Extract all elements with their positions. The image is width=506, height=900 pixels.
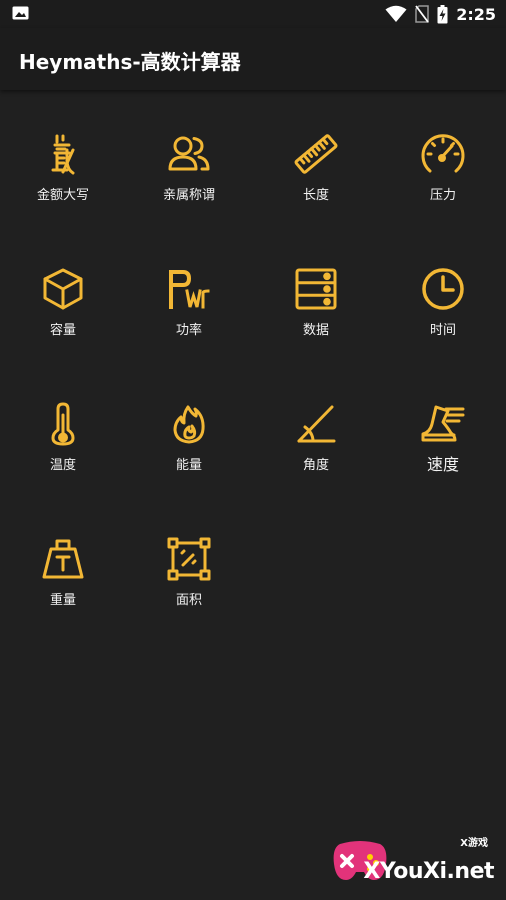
converter-label: 亲属称谓 <box>162 188 215 203</box>
converter-label: 压力 <box>429 188 456 203</box>
watermark-small-text: X游戏 <box>460 838 488 849</box>
fire-icon <box>173 405 205 444</box>
watermark-logo: X游戏 XYouXi.net <box>330 832 498 890</box>
converter-label: 数据 <box>302 323 329 338</box>
converter-label: 角度 <box>302 458 329 473</box>
converter-label: 金额大写 <box>36 188 89 203</box>
app-title: Heymaths-高数计算器 <box>19 50 241 74</box>
speed-shoe-icon <box>421 405 465 442</box>
cube-icon <box>43 268 83 310</box>
converter-kinship-title[interactable]: 亲属称谓 <box>126 90 252 210</box>
angle-icon <box>297 405 336 443</box>
converter-label: 长度 <box>302 188 329 203</box>
converter-label: 面积 <box>175 593 202 608</box>
weight-icon <box>42 539 84 579</box>
converter-volume[interactable]: 容量 <box>0 225 126 345</box>
converter-amount-uppercase[interactable]: 金额大写 <box>0 90 126 210</box>
no-sim-icon <box>415 5 429 23</box>
converter-label: 容量 <box>49 323 76 338</box>
server-icon <box>295 268 337 310</box>
converter-pressure[interactable]: 压力 <box>380 90 506 210</box>
converter-weight[interactable]: 重量 <box>0 495 126 615</box>
ruler-icon <box>294 134 338 174</box>
gauge-icon <box>421 134 465 173</box>
wifi-icon <box>385 5 407 22</box>
clock-icon <box>422 268 464 310</box>
watermark-brand-text: XYouXi.net <box>363 859 494 884</box>
converter-angle[interactable]: 角度 <box>253 360 379 480</box>
converter-label: 重量 <box>49 593 76 608</box>
currency-yuan-icon <box>51 134 75 175</box>
converter-length[interactable]: 长度 <box>253 90 379 210</box>
converter-power[interactable]: 功率 <box>126 225 252 345</box>
converter-energy[interactable]: 能量 <box>126 360 252 480</box>
converter-label: 能量 <box>175 458 202 473</box>
converter-label: 时间 <box>429 323 456 338</box>
status-bar: 2:25 <box>0 0 506 28</box>
converter-label: 功率 <box>175 323 202 338</box>
converter-data[interactable]: 数据 <box>253 225 379 345</box>
converter-temperature[interactable]: 温度 <box>0 360 126 480</box>
area-icon <box>167 537 211 581</box>
converter-label: 温度 <box>49 458 76 473</box>
status-time: 2:25 <box>456 4 496 24</box>
app-bar: Heymaths-高数计算器 <box>0 28 506 90</box>
converter-speed[interactable]: 速度 <box>380 360 506 480</box>
thermometer-icon <box>51 402 75 446</box>
converter-area[interactable]: 面积 <box>126 495 252 615</box>
image-notification-icon <box>12 6 29 20</box>
battery-charging-icon <box>437 4 448 23</box>
converter-label: 速度 <box>426 455 459 474</box>
people-icon <box>168 136 210 171</box>
converter-time[interactable]: 时间 <box>380 225 506 345</box>
power-pwr-icon <box>169 270 210 309</box>
